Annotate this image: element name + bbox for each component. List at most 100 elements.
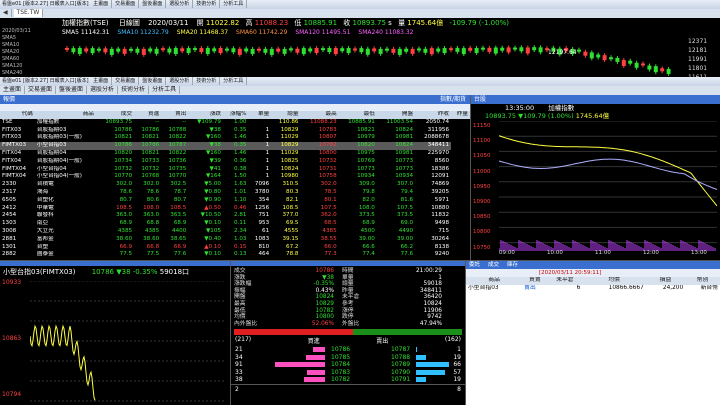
table-row[interactable]: 2454 聯發科 363.0 363.0 363.5 ▼10.50 2.81 751 377.0… (0, 212, 470, 220)
table-cell: 302.0 (320, 181, 337, 188)
tab-1[interactable]: 交易畫面 (112, 77, 140, 85)
col-header[interactable]: 均價 (582, 277, 646, 285)
tab-3[interactable]: 選股分析 (166, 77, 194, 85)
toolbar-btn[interactable]: ◀ (0, 9, 12, 17)
table-row[interactable]: 2412 中華電 108.5 108.0 108.5 ▲0.50 0.46 1256 108.5… (0, 205, 470, 213)
table-row[interactable]: 6505 台塑化 80.7 80.6 80.7 ▼0.90 1.10 354 82.1 80.1 8… (0, 197, 470, 205)
table-cell: 362.0 (320, 212, 337, 219)
col-header[interactable]: 未平倉 (547, 277, 583, 285)
table-cell: 4385 (117, 227, 133, 234)
tab-4[interactable]: 技術分析 (193, 77, 221, 85)
candle-body (372, 48, 377, 52)
col-header[interactable]: 最低 (338, 111, 377, 119)
tab-0[interactable]: 主畫面 (90, 0, 113, 8)
quote-toolbar (0, 104, 470, 111)
toolbar-symbol[interactable]: TSE.TW (13, 9, 44, 17)
toolbar-tab-5[interactable]: 分析工具 (149, 86, 181, 94)
candle-body (481, 47, 485, 50)
table-row[interactable]: FITX03 台股指期03 10786 10786 10788 ▼38 0.35 1 10829… (0, 127, 470, 135)
col-header[interactable]: 漲幅% (222, 111, 249, 119)
tab-4[interactable]: 技術分析 (193, 0, 221, 8)
table-cell: 10773 (395, 157, 414, 164)
tab-5[interactable]: 分析工具 (220, 0, 248, 8)
table-row[interactable]: FIMTX04 小型台指04(一般) 10770 10768 10770 ▼164 1.50… (0, 173, 470, 181)
candle-body (333, 47, 338, 54)
left-label: SMA20 (2, 49, 20, 55)
col-header[interactable]: 昨收 (415, 111, 452, 119)
book-row[interactable]: 38 10782 10791 19 (231, 376, 465, 384)
candle-body (244, 48, 249, 52)
toolbar-tab-0[interactable]: 主畫面 (0, 86, 26, 94)
x-tick: 09:00 (499, 250, 515, 256)
table-row[interactable]: FIMTX04 小型台指04 10732 10732 10735 ▼41 0.38 1 1082… (0, 166, 470, 174)
table-row[interactable]: 2317 鴻海 78.6 78.6 78.7 ▼0.80 1.01 3780 80.3 78.5 7… (0, 189, 470, 197)
table-row[interactable]: 1301 台塑 66.9 66.8 66.9 ▲0.10 0.15 810 67.2 66.0 66… (0, 244, 470, 252)
candle-body (429, 48, 434, 55)
toolbar-tab-2[interactable]: 盤後畫面 (56, 86, 88, 94)
toolbar-tab-3[interactable]: 選股分析 (87, 86, 119, 94)
col-header[interactable]: 單量 (248, 111, 272, 119)
inout-bar (234, 329, 462, 336)
book-row[interactable]: 34 10785 10788 19 (231, 354, 465, 362)
candle-body (615, 57, 620, 62)
tab-3[interactable]: 選股分析 (166, 0, 194, 8)
candle-body (353, 48, 357, 51)
tab-2[interactable]: 盤後畫面 (139, 77, 167, 85)
toolbar-tab-4[interactable]: 技術分析 (118, 86, 150, 94)
table-row[interactable]: 1303 南亞 68.9 68.8 68.9 ▼0.10 0.11 953 69.5 68.5 68… (0, 220, 470, 228)
table-row[interactable]: FITX04 台股指期04 10820 10821 10822 ▼160 1.46 1 1102… (0, 150, 470, 158)
table-cell: 10821 (114, 134, 133, 141)
tab-5[interactable]: 分析工具 (220, 77, 248, 85)
tab-1[interactable]: 交易畫面 (112, 0, 140, 8)
col-header[interactable]: 買進 (134, 111, 162, 119)
col-header[interactable]: 買賣 (522, 277, 548, 285)
col-header[interactable]: 漲跌 (188, 111, 223, 119)
y-tick: 11000 (473, 168, 491, 175)
table-row[interactable]: FITX04 台股指期04(一般) 10734 10733 10736 ▼39 0.36 1 1… (0, 158, 470, 166)
table-row[interactable]: 3008 大立光 4385 4385 4400 ▼105 2.34 61 4555 4385 450… (0, 228, 470, 236)
table-row[interactable]: 小型台指03 賣出 6 10866.6667 24,200 新台幣 (466, 285, 720, 293)
candle-body (295, 48, 300, 53)
table-cell: ▼38 (209, 142, 221, 149)
col-header[interactable]: 幣別 (685, 277, 720, 285)
table-cell: 10786 (114, 142, 133, 149)
candle-body (487, 47, 492, 52)
detail-value: 348411 (419, 287, 442, 294)
table-row[interactable]: 2881 富邦金 38.60 38.60 38.65 ▼0.40 1.03 1083 39.15… (0, 236, 470, 244)
positions-tab-2[interactable]: 庫存 (507, 262, 518, 268)
col-header[interactable]: 最高 (300, 111, 339, 119)
col-header[interactable]: 賣出 (161, 111, 189, 119)
book-row[interactable]: 33 10783 10790 57 (231, 369, 465, 377)
positions-tab-0[interactable]: 委託 (469, 262, 480, 268)
candle-body (289, 48, 293, 51)
table-row[interactable]: TSE 加權指數 10893.75 -- -- ▼109.79 1.00 110.86 1108… (0, 119, 470, 127)
bid-bar (274, 362, 325, 368)
tab-2[interactable]: 盤後畫面 (139, 0, 167, 8)
table-row[interactable]: 2330 台積電 302.0 302.0 302.5 ▼5.00 1.63 7096 310.5… (0, 181, 470, 189)
table-row[interactable]: 2882 國泰金 77.5 77.5 77.6 ▼0.10 0.13 464 78.8 77.3 7… (0, 251, 470, 259)
col-header[interactable]: 成交 (95, 111, 135, 119)
positions-tab-1[interactable]: 成交 (488, 262, 499, 268)
toolbar-tab-1[interactable]: 交易畫面 (25, 86, 57, 94)
col-header[interactable]: 昨量 (451, 111, 470, 119)
table-cell: 38.55 (320, 235, 337, 242)
table-row[interactable]: FITX03 台股指期03(一般) 10821 10821 10822 ▼160 1.46 1… (0, 134, 470, 142)
table-row[interactable]: FIMTX03 小型台指03 10786 10786 10787 ▼38 0.35 1 1082… (0, 142, 470, 150)
col-header[interactable]: 商品 (466, 277, 523, 285)
table-cell: 10822 (168, 134, 187, 141)
book-row[interactable]: 91 10784 10789 66 (231, 361, 465, 369)
table-cell: FITX03 (2, 126, 22, 133)
detail-panel: 成交 10786 時間 21:00:29 漲跌 ▼38 單量 1 漲跌幅 -0.35% 總量 5901… (230, 260, 465, 405)
table-cell: 1.00 (234, 118, 247, 125)
col-header[interactable]: 損益 (645, 277, 686, 285)
candle-body (148, 48, 153, 52)
ma-value: 11495.51 (321, 29, 351, 36)
tab-0[interactable]: 主畫面 (90, 77, 113, 85)
col-header[interactable]: 代碼 (0, 111, 35, 119)
col-header[interactable]: 開盤 (376, 111, 416, 119)
book-row[interactable]: 21 10786 10787 1 (231, 346, 465, 354)
table-cell: 新台幣 (700, 284, 718, 291)
candle-body (135, 48, 140, 53)
col-header[interactable]: 總量 (271, 111, 301, 119)
col-header[interactable]: 商品 (34, 111, 96, 119)
